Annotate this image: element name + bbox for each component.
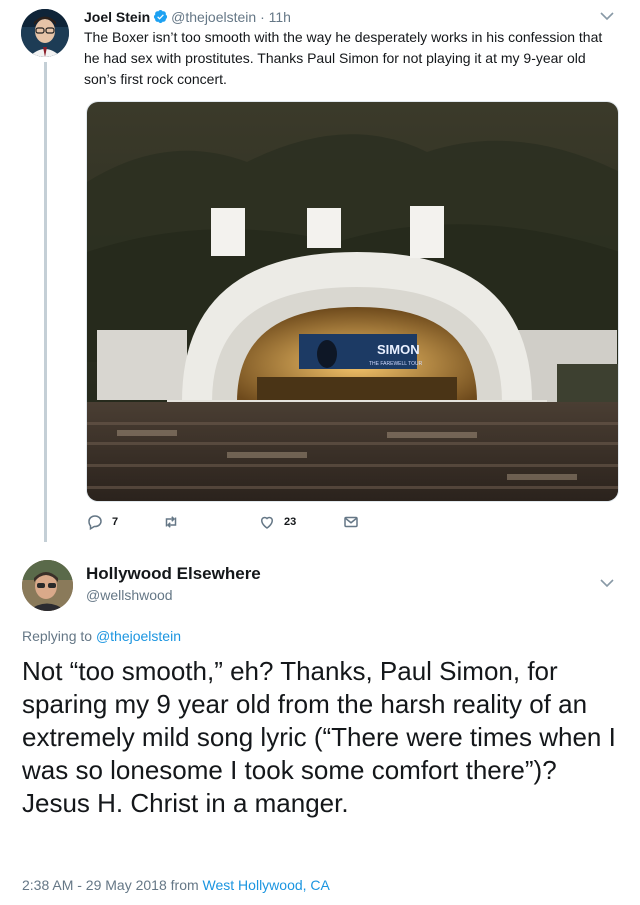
retweet-icon <box>165 516 177 528</box>
replying-to-handle-link[interactable]: @thejoelstein <box>96 628 181 644</box>
like-count: 23 <box>284 516 297 528</box>
tweet-photo-concert[interactable]: SIMON THE FAREWELL TOUR <box>86 101 619 502</box>
replying-to-line: Replying to @thejoelstein <box>22 628 181 644</box>
reply-author-name[interactable]: Hollywood Elsewhere <box>86 564 261 584</box>
direct-message-icon <box>344 516 358 528</box>
chevron-down-icon[interactable] <box>600 11 614 21</box>
verified-badge-icon <box>154 9 168 24</box>
time-separator: · <box>260 9 265 25</box>
avatar-joel-stein[interactable] <box>21 9 69 57</box>
screen-simon-text: SIMON <box>377 342 420 357</box>
thread-connector-line <box>44 62 47 542</box>
direct-message-action[interactable] <box>342 510 360 534</box>
retweet-action[interactable] <box>162 510 188 534</box>
screen-subtext: THE FAREWELL TOUR <box>369 361 423 367</box>
reply-author-handle[interactable]: @wellshwood <box>86 587 173 603</box>
author-name[interactable]: Joel Stein <box>84 9 150 25</box>
reply-tweet-meta: 2:38 AM - 29 May 2018 from West Hollywoo… <box>22 877 330 893</box>
reply-action[interactable]: 7 <box>86 510 118 534</box>
reply-tweet-text: Not “too smooth,” eh? Thanks, Paul Simon… <box>22 656 616 818</box>
chevron-down-icon[interactable] <box>600 578 614 588</box>
reply-timestamp[interactable]: 2:38 AM - 29 May 2018 from <box>22 877 199 893</box>
tweet-time[interactable]: 11h <box>269 9 291 25</box>
parent-tweet-text: The Boxer isn’t too smooth with the way … <box>84 29 603 87</box>
like-action[interactable]: 23 <box>258 510 296 534</box>
replying-to-label: Replying to <box>22 628 93 644</box>
parent-tweet-header: Joel Stein @thejoelstein · 11h <box>84 8 291 26</box>
avatar-hollywood-elsewhere[interactable] <box>22 560 73 611</box>
reply-icon <box>88 515 102 531</box>
reply-count: 7 <box>112 516 119 528</box>
like-icon <box>260 516 274 529</box>
author-handle[interactable]: @thejoelstein <box>171 9 256 25</box>
location-link[interactable]: West Hollywood, CA <box>203 877 330 893</box>
